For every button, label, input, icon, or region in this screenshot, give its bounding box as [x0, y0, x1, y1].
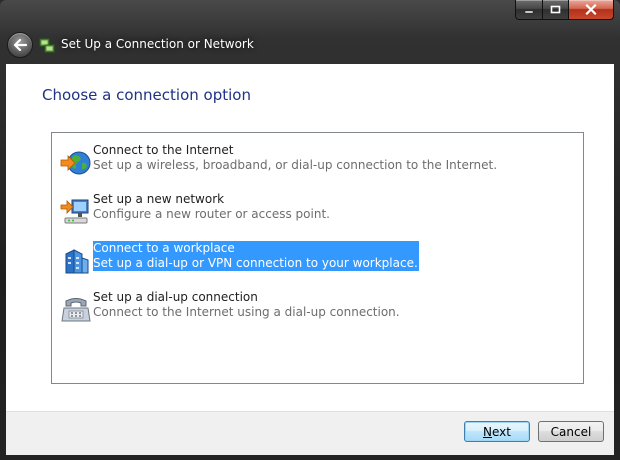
next-mnemonic: N — [483, 425, 492, 439]
option-title: Connect to the Internet — [93, 143, 234, 157]
network-icon — [60, 199, 89, 224]
network-setup-icon — [39, 38, 55, 53]
connection-options-list[interactable]: Connect to the Internet Set up a wireles… — [51, 132, 584, 384]
next-button[interactable]: Next — [464, 421, 530, 442]
cancel-button[interactable]: Cancel — [538, 421, 604, 442]
option-new-network[interactable]: Set up a new network Configure a new rou… — [56, 192, 536, 232]
option-title: Connect to a workplace — [93, 241, 235, 255]
maximize-button[interactable] — [543, 0, 569, 20]
wizard-footer: Next Cancel — [6, 411, 614, 455]
window-title: Set Up a Connection or Network — [61, 37, 254, 51]
option-description: Set up a dial-up or VPN connection to yo… — [93, 256, 418, 270]
close-button[interactable] — [569, 0, 614, 20]
minimize-icon — [524, 10, 534, 13]
caption-buttons — [515, 0, 614, 20]
maximize-icon — [550, 5, 561, 14]
wizard-content: Choose a connection option Connect to th… — [6, 64, 614, 411]
page-heading: Choose a connection option — [42, 86, 251, 104]
globe-icon — [60, 151, 91, 175]
workplace-icon — [65, 249, 89, 274]
close-icon — [585, 4, 597, 15]
phone-icon — [61, 298, 91, 322]
option-connect-workplace[interactable]: Connect to a workplace Set up a dial-up … — [56, 241, 536, 281]
option-description: Connect to the Internet using a dial-up … — [93, 305, 400, 319]
option-title: Set up a new network — [93, 192, 225, 206]
option-dial-up[interactable]: Set up a dial-up connection Connect to t… — [56, 290, 536, 330]
option-description: Set up a wireless, broadband, or dial-up… — [93, 158, 498, 172]
option-title: Set up a dial-up connection — [93, 290, 258, 304]
back-arrow-icon — [13, 39, 27, 51]
option-connect-internet[interactable]: Connect to the Internet Set up a wireles… — [56, 143, 536, 183]
minimize-button[interactable] — [515, 0, 543, 20]
option-description: Configure a new router or access point. — [93, 207, 330, 221]
next-label-rest: ext — [492, 425, 511, 439]
back-button[interactable] — [7, 32, 33, 58]
window-frame: Set Up a Connection or Network Choose a … — [0, 0, 620, 460]
